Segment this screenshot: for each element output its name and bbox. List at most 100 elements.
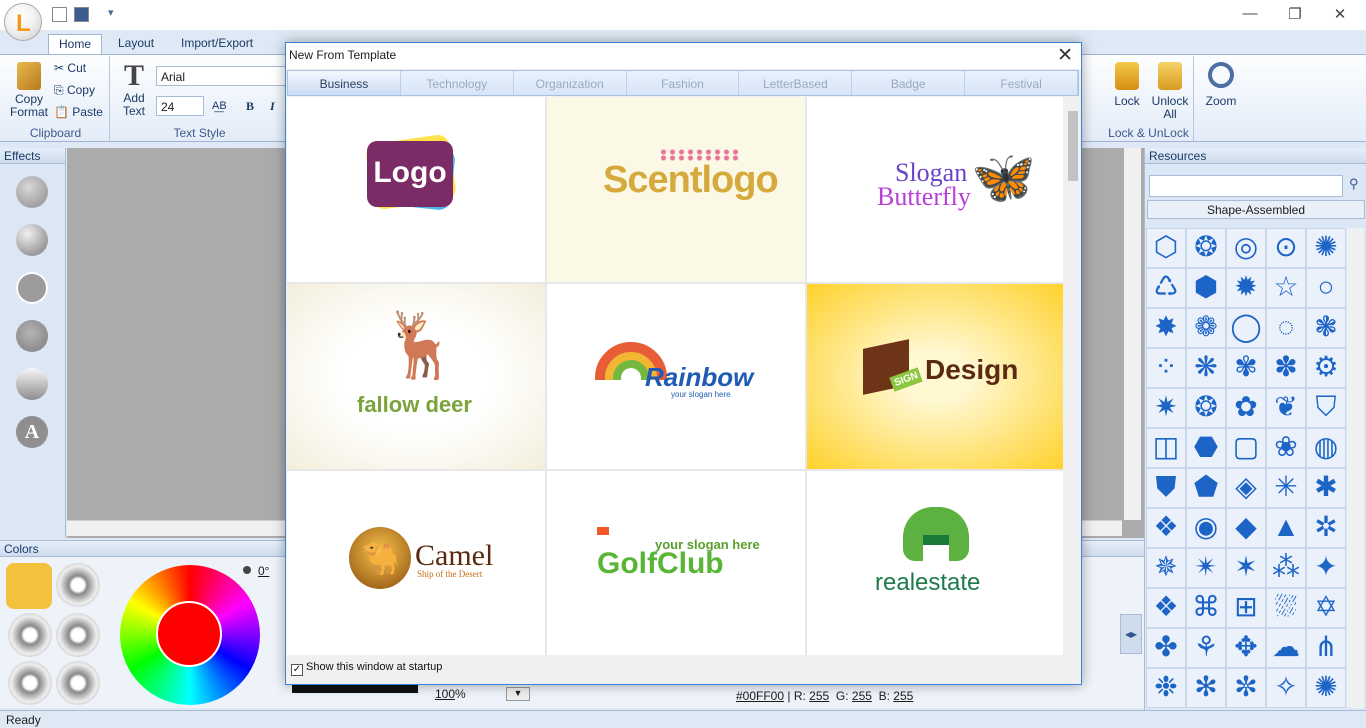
tab-badge[interactable]: Badge [852, 71, 966, 95]
app-menu-button[interactable]: L [4, 3, 42, 41]
shape-item[interactable]: ◍ [1306, 428, 1346, 468]
startup-checkbox[interactable]: ✓ Show this window at startup [291, 661, 442, 676]
resource-category-select[interactable]: Shape-Assembled [1147, 200, 1365, 219]
panel-toggle-icon[interactable]: ◂▸ [1120, 614, 1142, 654]
shape-item[interactable]: ✺ [1306, 668, 1346, 708]
shape-item[interactable]: ✡ [1306, 588, 1346, 628]
shape-item[interactable]: ✥ [1226, 628, 1266, 668]
color-preset-2[interactable] [56, 563, 100, 607]
font-family-select[interactable]: Arial [156, 66, 286, 86]
shape-item[interactable]: ❃ [1306, 308, 1346, 348]
shape-item[interactable]: ▲ [1266, 508, 1306, 548]
shape-item[interactable]: ⬟ [1186, 468, 1226, 508]
shape-item[interactable]: ⁘ [1146, 348, 1186, 388]
color-preset-6[interactable] [56, 661, 100, 705]
effect-reflect[interactable] [16, 320, 48, 352]
angle-value[interactable]: 0° [258, 564, 269, 578]
shape-item[interactable]: ⬡ [1146, 228, 1186, 268]
template-camel[interactable]: 🐪 Camel Ship of the Desert [287, 471, 545, 655]
shape-item[interactable]: ✴ [1186, 548, 1226, 588]
shape-item[interactable]: ◫ [1146, 428, 1186, 468]
shape-item[interactable]: ❂ [1186, 228, 1226, 268]
copy-format-button[interactable]: Copy Format [8, 62, 50, 119]
shape-item[interactable]: ✤ [1146, 628, 1186, 668]
template-slogan-butterfly[interactable]: Slogan Butterfly 🦋 [807, 97, 1063, 282]
shape-item[interactable]: ✹ [1226, 268, 1266, 308]
shape-item[interactable]: ⚘ [1186, 628, 1226, 668]
shape-item[interactable]: ⊞ [1226, 588, 1266, 628]
shape-item[interactable]: ✾ [1226, 348, 1266, 388]
color-preset-3[interactable] [8, 613, 52, 657]
effect-outline[interactable] [16, 272, 48, 304]
shape-item[interactable]: ❖ [1146, 508, 1186, 548]
resources-scrollbar[interactable] [1347, 228, 1364, 708]
tab-festival[interactable]: Festival [965, 71, 1079, 95]
restore-icon[interactable]: ❐ [1280, 5, 1310, 23]
color-preset-1[interactable] [6, 563, 52, 609]
template-logo[interactable]: Logo [287, 97, 545, 282]
paste-button[interactable]: 📋 Paste [54, 106, 103, 119]
shape-item[interactable]: ⋔ [1306, 628, 1346, 668]
shape-item[interactable]: ☁ [1266, 628, 1306, 668]
effect-shadow[interactable] [16, 176, 48, 208]
shape-item[interactable]: ❋ [1186, 348, 1226, 388]
shape-item[interactable]: ✽ [1266, 348, 1306, 388]
shape-item[interactable]: ◆ [1226, 508, 1266, 548]
template-scrollbar[interactable] [1065, 97, 1081, 655]
shape-item[interactable]: ⬣ [1186, 428, 1226, 468]
effect-letter[interactable]: A [16, 416, 48, 448]
tab-layout[interactable]: Layout [108, 34, 164, 54]
shape-item[interactable]: ❖ [1146, 588, 1186, 628]
shape-item[interactable]: ✳ [1266, 468, 1306, 508]
tab-import-export[interactable]: Import/Export [171, 34, 263, 54]
search-icon[interactable]: ⚲ [1349, 176, 1359, 192]
lock-button[interactable]: Lock [1108, 62, 1146, 108]
shape-item[interactable]: ⊙ [1266, 228, 1306, 268]
blue-value[interactable]: 255 [893, 689, 913, 703]
tab-fashion[interactable]: Fashion [627, 71, 740, 95]
shape-item[interactable]: ❉ [1146, 668, 1186, 708]
dialog-close-icon[interactable]: ✕ [1057, 44, 1073, 67]
shape-item[interactable]: ✧ [1266, 668, 1306, 708]
hex-value[interactable]: #00FF00 [736, 689, 784, 703]
color-preset-4[interactable] [56, 613, 100, 657]
shape-item[interactable]: ✦ [1306, 548, 1346, 588]
shape-item[interactable]: ✼ [1226, 668, 1266, 708]
shape-item[interactable]: ◎ [1226, 228, 1266, 268]
shape-item[interactable]: ✻ [1186, 668, 1226, 708]
shape-item[interactable]: ✸ [1146, 308, 1186, 348]
tab-organization[interactable]: Organization [514, 71, 627, 95]
shape-item[interactable]: ✱ [1306, 468, 1346, 508]
shape-item[interactable]: ✺ [1306, 228, 1346, 268]
checkbox-icon[interactable]: ✓ [291, 664, 303, 676]
shape-item[interactable]: ◈ [1226, 468, 1266, 508]
shape-item[interactable]: ▢ [1226, 428, 1266, 468]
shape-item[interactable]: ◌ [1266, 308, 1306, 348]
shape-item[interactable]: ⌘ [1186, 588, 1226, 628]
shape-item[interactable]: ☆ [1266, 268, 1306, 308]
new-file-icon[interactable] [52, 7, 67, 22]
tab-business[interactable]: Business [288, 71, 401, 95]
template-sign-design[interactable]: SIGN Design [807, 284, 1063, 469]
shape-item[interactable]: ♺ [1146, 268, 1186, 308]
template-scentlogo[interactable]: Scentlogo [547, 97, 805, 282]
shape-item[interactable]: ❦ [1266, 388, 1306, 428]
shape-item[interactable]: ⛆ [1266, 588, 1306, 628]
template-fallow-deer[interactable]: 🦌 fallow deer [287, 284, 545, 469]
shape-item[interactable]: ⁂ [1266, 548, 1306, 588]
add-text-button[interactable]: T Add Text [118, 60, 150, 118]
italic-button[interactable]: I [270, 100, 275, 113]
shape-item[interactable]: ✿ [1226, 388, 1266, 428]
shape-item[interactable]: ✲ [1306, 508, 1346, 548]
green-value[interactable]: 255 [852, 689, 872, 703]
template-realestate[interactable]: realestate [807, 471, 1063, 655]
template-rainbow[interactable]: Rainbow your slogan here [547, 284, 805, 469]
effect-bevel[interactable] [16, 224, 48, 256]
shape-item[interactable]: ○ [1306, 268, 1346, 308]
opacity-value[interactable]: 100 [435, 687, 455, 701]
effect-gradient[interactable] [16, 368, 48, 400]
zoom-button[interactable]: Zoom [1200, 62, 1242, 108]
shape-item[interactable]: ❀ [1266, 428, 1306, 468]
color-preset-5[interactable] [8, 661, 52, 705]
color-dropdown-button[interactable]: ▼ [506, 687, 530, 701]
